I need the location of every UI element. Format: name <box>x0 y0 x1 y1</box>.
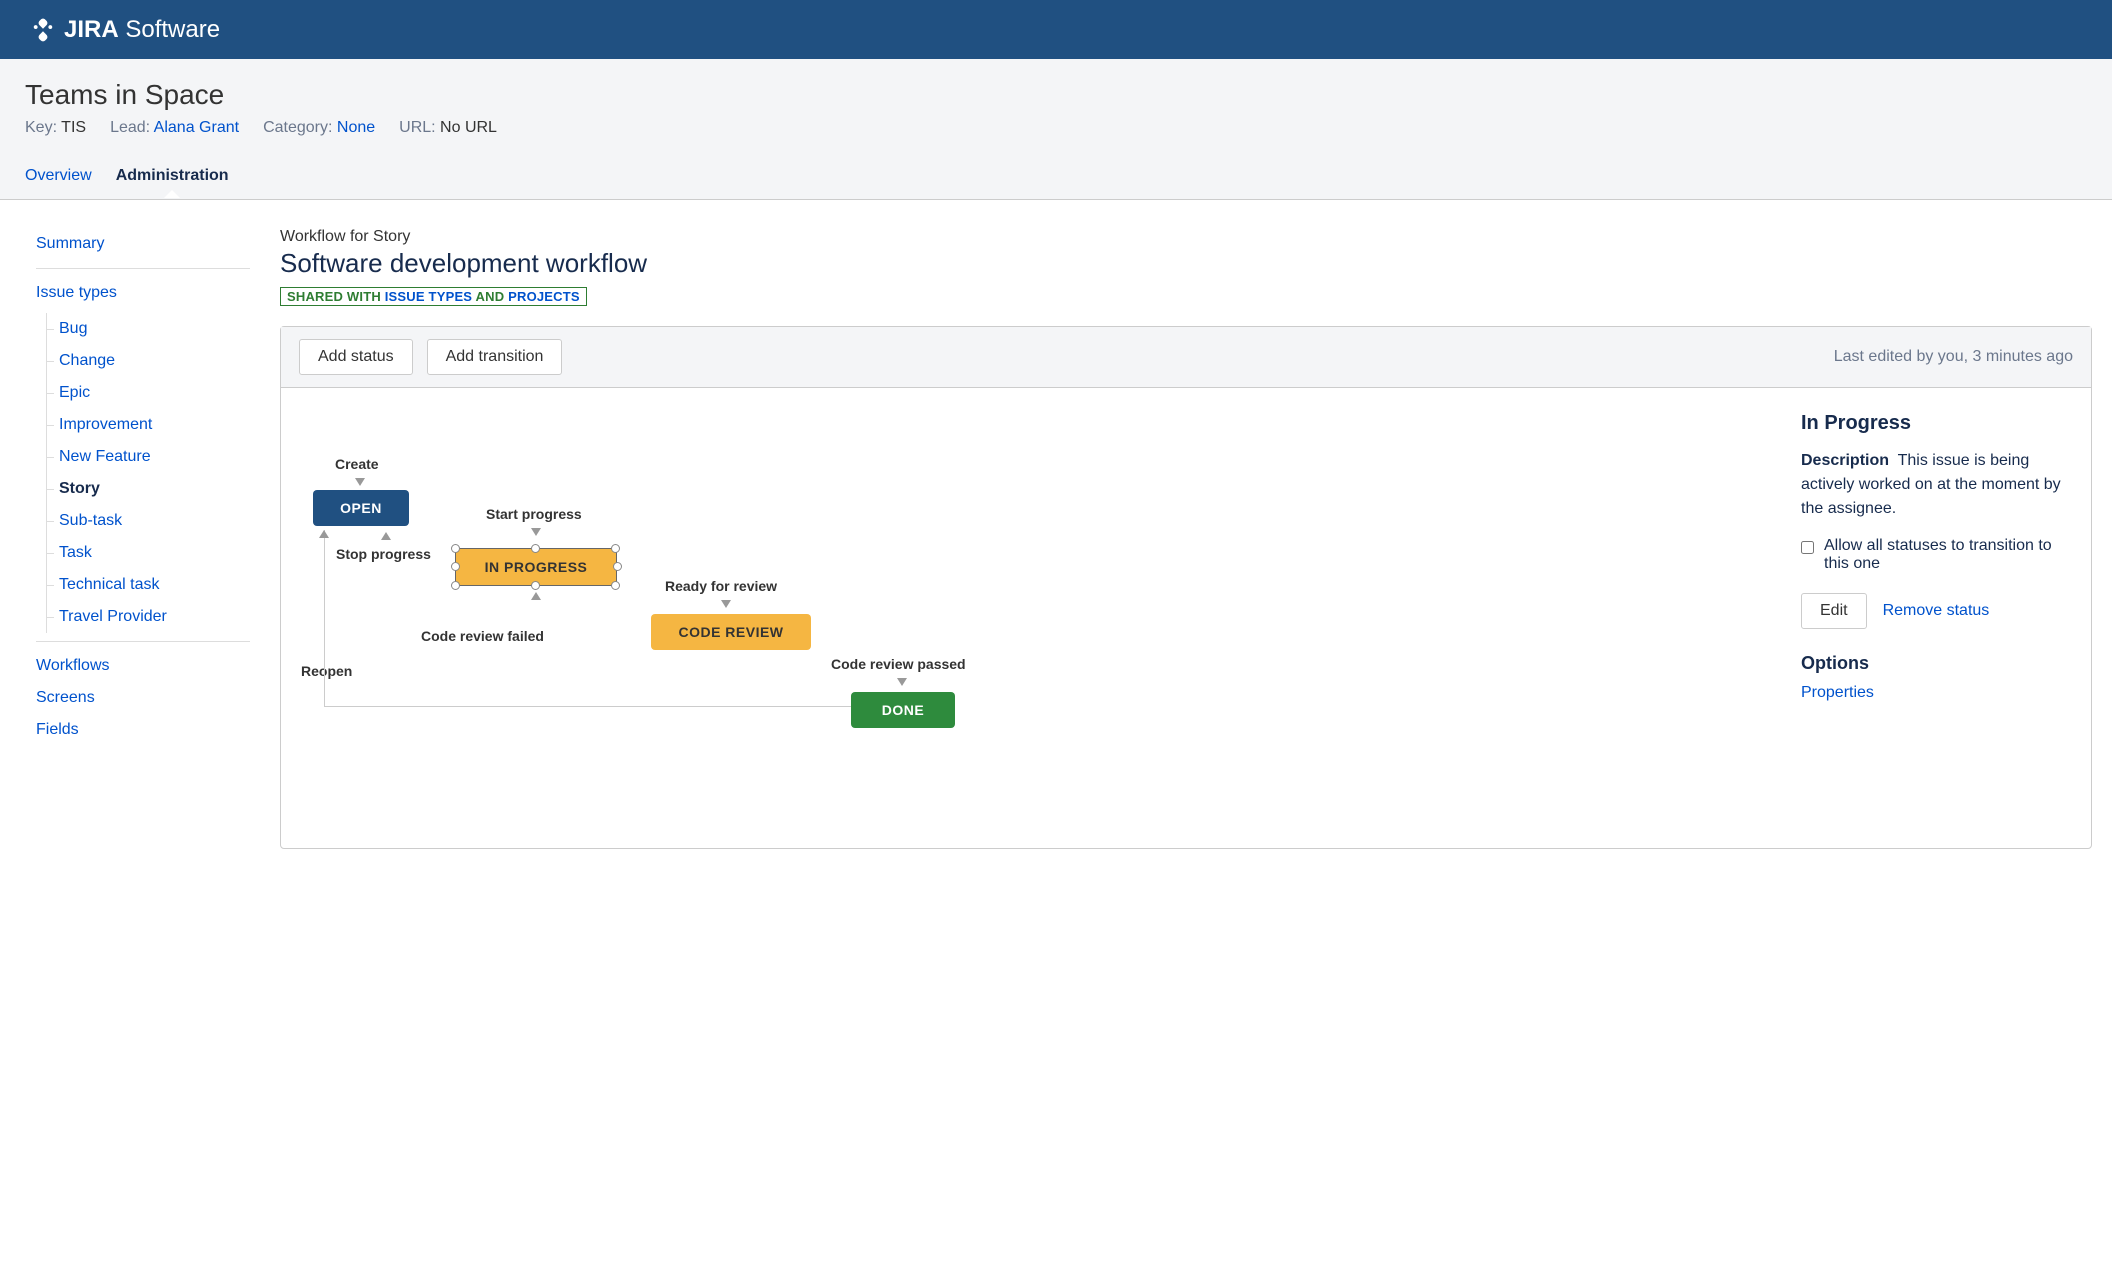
connector <box>324 530 325 706</box>
project-header: Teams in Space Key: TIS Lead: Alana Gran… <box>0 59 2112 200</box>
sidebar-item-travel-provider[interactable]: Travel Provider <box>59 601 250 633</box>
edit-status-button[interactable]: Edit <box>1801 593 1867 629</box>
project-tabs: Overview Administration <box>25 159 2087 199</box>
workflow-pretitle: Workflow for Story <box>280 228 2092 246</box>
workflow-title: Software development workflow <box>280 248 2092 279</box>
sidebar-fields[interactable]: Fields <box>36 714 250 746</box>
project-lead-link[interactable]: Alana Grant <box>154 119 239 136</box>
transition-code-review-passed[interactable]: Code review passed <box>831 656 966 672</box>
sidebar: Summary Issue types Bug Change Epic Impr… <box>0 200 260 877</box>
workflow-toolbar: Add status Add transition Last edited by… <box>281 327 2091 388</box>
sidebar-workflows[interactable]: Workflows <box>36 650 250 682</box>
status-open[interactable]: OPEN <box>313 490 409 526</box>
allow-all-transitions-input[interactable] <box>1801 541 1814 554</box>
sidebar-item-new-feature[interactable]: New Feature <box>59 441 250 473</box>
transition-stop-progress[interactable]: Stop progress <box>336 546 431 562</box>
brand-light: Software <box>125 16 220 43</box>
panel-title: In Progress <box>1801 412 2067 435</box>
sidebar-item-sub-task[interactable]: Sub-task <box>59 505 250 537</box>
properties-link[interactable]: Properties <box>1801 684 1874 701</box>
transition-reopen[interactable]: Reopen <box>301 663 352 679</box>
app-logo: JIRA Software <box>30 16 220 44</box>
transition-code-review-failed[interactable]: Code review failed <box>421 628 544 644</box>
status-code-review[interactable]: CODE REVIEW <box>651 614 811 650</box>
brand-bold: JIRA <box>64 16 119 43</box>
transition-create[interactable]: Create <box>335 456 379 472</box>
allow-all-transitions-checkbox[interactable]: Allow all statuses to transition to this… <box>1801 537 2067 573</box>
top-bar: JIRA Software <box>0 0 2112 59</box>
add-status-button[interactable]: Add status <box>299 339 413 375</box>
sidebar-item-bug[interactable]: Bug <box>59 313 250 345</box>
tab-overview[interactable]: Overview <box>25 159 92 199</box>
sidebar-issue-types[interactable]: Issue types <box>36 277 250 309</box>
connector <box>324 706 851 707</box>
workflow-last-edited: Last edited by you, 3 minutes ago <box>1834 348 2073 366</box>
status-done[interactable]: DONE <box>851 692 955 728</box>
status-detail-panel: In Progress Description This issue is be… <box>1791 388 2091 848</box>
sidebar-screens[interactable]: Screens <box>36 682 250 714</box>
shared-badge: SHARED WITH ISSUE TYPES AND PROJECTS <box>280 287 587 306</box>
sidebar-item-technical-task[interactable]: Technical task <box>59 569 250 601</box>
project-category-link[interactable]: None <box>337 119 375 136</box>
sidebar-item-epic[interactable]: Epic <box>59 377 250 409</box>
transition-start-progress[interactable]: Start progress <box>486 506 582 522</box>
jira-icon <box>30 17 56 43</box>
arrow-icon <box>721 600 731 608</box>
add-transition-button[interactable]: Add transition <box>427 339 563 375</box>
transition-ready-for-review[interactable]: Ready for review <box>665 578 777 594</box>
workflow-diagram[interactable]: Create OPEN Start progress Stop progress… <box>281 388 1791 848</box>
sidebar-item-change[interactable]: Change <box>59 345 250 377</box>
arrow-icon <box>355 478 365 486</box>
arrow-icon <box>531 592 541 600</box>
project-title: Teams in Space <box>25 79 2087 111</box>
arrow-icon <box>531 528 541 536</box>
arrow-icon <box>319 530 329 538</box>
sidebar-item-task[interactable]: Task <box>59 537 250 569</box>
sidebar-summary[interactable]: Summary <box>36 228 250 260</box>
panel-options-title: Options <box>1801 653 2067 674</box>
project-meta: Key: TIS Lead: Alana Grant Category: Non… <box>25 119 2087 137</box>
remove-status-link[interactable]: Remove status <box>1883 602 1990 620</box>
arrow-icon <box>381 532 391 540</box>
workflow-editor: Add status Add transition Last edited by… <box>280 326 2092 849</box>
arrow-icon <box>897 678 907 686</box>
panel-desc-label: Description <box>1801 452 1889 469</box>
main-content: Workflow for Story Software development … <box>260 200 2112 877</box>
sidebar-item-improvement[interactable]: Improvement <box>59 409 250 441</box>
tab-administration[interactable]: Administration <box>116 159 229 199</box>
sidebar-item-story[interactable]: Story <box>59 473 250 505</box>
